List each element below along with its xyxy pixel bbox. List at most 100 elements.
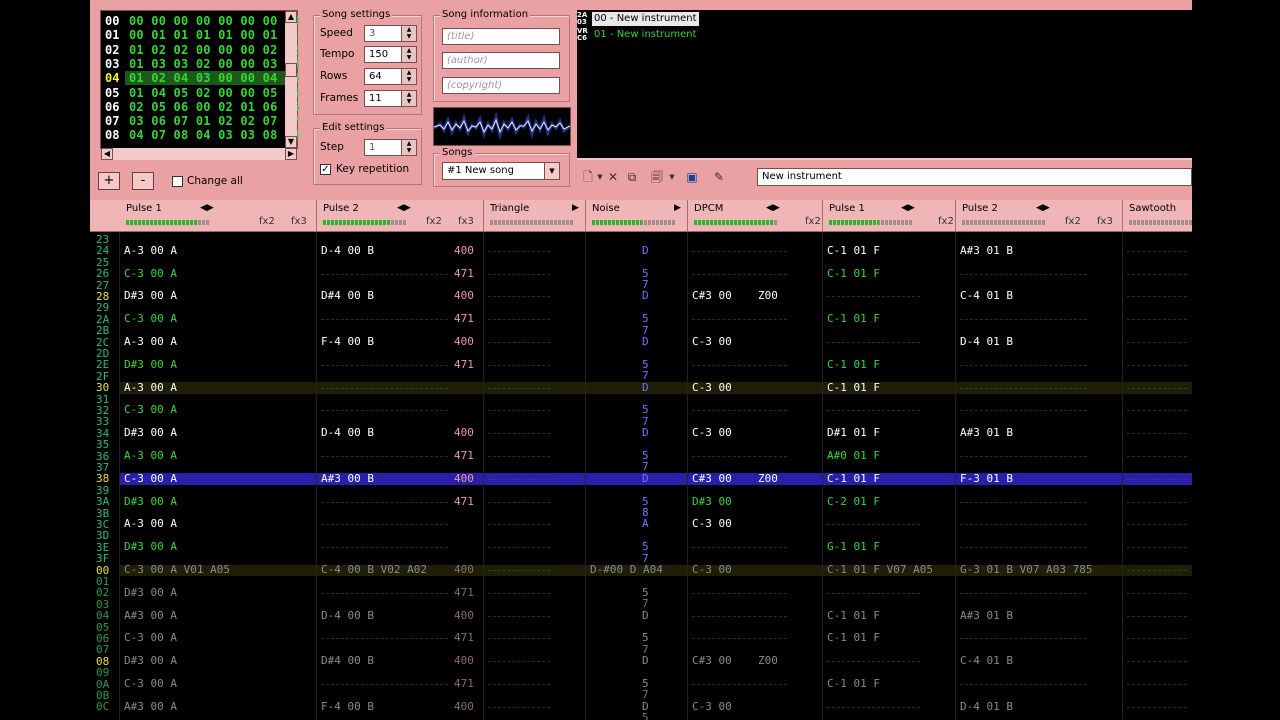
pattern-note: D#3 00 A	[124, 654, 177, 668]
step-value: 1	[369, 142, 376, 153]
edit-instrument-icon[interactable]: ✎	[711, 168, 727, 186]
empty-cell-dots	[488, 569, 550, 572]
empty-cell-dots	[960, 273, 1087, 276]
instrument-item[interactable]: 2A 03 00 - New instrument	[577, 12, 699, 26]
channel-arrows-icon[interactable]: ◀▶	[901, 201, 915, 215]
channel-header-dpcm[interactable]: DPCM ◀▶ fx2	[688, 200, 823, 231]
instrument-list[interactable]: 2A 03 00 - New instrument VR C6 01 - New in…	[577, 10, 1192, 158]
tempo-spinner[interactable]: 150 ▲ ▼	[364, 46, 417, 63]
frame-pattern-values: 01 02 04 03 00 00 04 04	[129, 71, 300, 86]
step-spinner[interactable]: 1 ▲ ▼	[364, 139, 417, 156]
rows-spinner[interactable]: 64 ▲ ▼	[364, 68, 417, 85]
frame-list-scrollbar[interactable]: ▲ ▼	[285, 11, 297, 148]
channel-arrows-icon[interactable]: ▶	[572, 201, 579, 215]
scroll-right-icon[interactable]: ▶	[285, 148, 297, 160]
pattern-note: D	[642, 289, 649, 303]
empty-cell-dots	[321, 683, 448, 686]
song-copyright-input[interactable]: (copyright)	[442, 77, 560, 94]
channel-name: Sawtooth	[1129, 203, 1177, 214]
sample-visualizer[interactable]	[433, 107, 571, 146]
frame-row[interactable]: 00 00 00 00 00 00 00 00 00	[101, 14, 300, 28]
key-repetition-checkbox[interactable]: ✓	[320, 164, 331, 175]
song-select[interactable]: #1 New song ▼	[442, 162, 560, 180]
empty-cell-dots	[488, 296, 550, 298]
frame-row[interactable]: 04 01 02 04 03 00 00 04 04	[101, 71, 300, 86]
volume-meter-fill	[694, 220, 774, 225]
load-instrument-icon[interactable]: 🗐	[649, 168, 665, 186]
pattern-note: F-4 00 B	[321, 334, 374, 348]
frame-row[interactable]: 07 03 06 07 01 02 02 07 07	[101, 114, 300, 128]
frame-row[interactable]: 02 01 02 02 00 00 00 02 02	[101, 43, 300, 57]
frame-number: 04	[105, 71, 120, 86]
dropdown-arrow-icon[interactable]: ▼	[664, 168, 680, 186]
scroll-left-icon[interactable]: ◀	[101, 148, 113, 160]
spinner-arrows-icon[interactable]: ▲ ▼	[401, 140, 416, 155]
frames-spinner[interactable]: 11 ▲ ▼	[364, 90, 417, 107]
frame-list[interactable]: 08 04 07 08 04 03 03 08 08 07 03 06 07 01 0…	[100, 10, 300, 160]
add-frame-button[interactable]: +	[98, 172, 120, 190]
channel-header-triangle[interactable]: Triangle ▶	[484, 200, 586, 231]
spinner-arrows-icon[interactable]: ▲ ▼	[401, 91, 416, 106]
empty-cell-dots	[692, 683, 787, 686]
remove-instrument-icon[interactable]: ✕	[605, 168, 621, 186]
channel-arrows-icon[interactable]: ◀▶	[766, 201, 780, 215]
frame-row[interactable]: 08 04 07 08 04 03 03 08 08	[101, 128, 300, 142]
channel-arrows-icon[interactable]: ◀▶	[397, 201, 411, 215]
channel-name: DPCM	[694, 203, 724, 214]
spinner-arrows-icon[interactable]: ▲ ▼	[401, 26, 416, 41]
empty-cell-dots	[1127, 547, 1187, 549]
frame-list-hscrollbar[interactable]: ◀ ▶	[101, 148, 297, 160]
channel-header-sawtooth[interactable]: Sawtooth▶	[1123, 200, 1192, 231]
save-instrument-icon[interactable]: ▣	[684, 168, 700, 186]
channel-arrows-icon[interactable]: ▶	[674, 201, 681, 215]
instrument-item[interactable]: VR C6 01 - New instrument	[577, 28, 699, 42]
waveform-graphic	[434, 111, 570, 141]
song-title-input[interactable]: (title)	[442, 28, 560, 45]
channel-header-pulse-2[interactable]: Pulse 2 ◀▶ fx2 fx3	[956, 200, 1123, 231]
scroll-thumb[interactable]	[285, 63, 297, 77]
pattern-note: C-3 00 A	[124, 471, 177, 485]
channel-header-noise[interactable]: Noise ▶	[586, 200, 688, 231]
clone-instrument-icon[interactable]: ⧉	[624, 168, 640, 186]
change-all-checkbox[interactable]	[172, 176, 183, 187]
channel-header-pulse-1[interactable]: Pulse 1 ◀▶ fx2	[823, 200, 956, 231]
empty-cell-dots	[960, 524, 1087, 526]
spinner-arrows-icon[interactable]: ▲ ▼	[401, 69, 416, 84]
empty-cell-dots	[1127, 410, 1187, 412]
frame-row[interactable]: 06 02 05 06 00 02 01 06 06	[101, 100, 300, 114]
empty-cell-dots	[488, 683, 550, 686]
scroll-down-icon[interactable]: ▼	[285, 136, 297, 148]
volume-meter	[694, 220, 778, 225]
frame-row[interactable]: 03 01 03 03 02 00 00 03 03	[101, 57, 300, 71]
vrc6-chip-icon: VR C6	[577, 27, 588, 42]
speed-spinner[interactable]: 3 ▲ ▼	[364, 25, 417, 42]
instrument-name-input[interactable]: New instrument	[757, 168, 1192, 186]
volume-meter	[829, 220, 913, 225]
speed-value: 3	[369, 28, 376, 39]
remove-frame-button[interactable]: -	[132, 172, 154, 190]
pattern-note: G-3 01 B V07 A03 785	[960, 562, 1093, 576]
frame-row[interactable]: 05 01 04 05 02 00 00 05 05	[101, 86, 300, 100]
channel-name: Triangle	[490, 203, 530, 214]
empty-cell-dots	[827, 410, 920, 412]
scroll-up-icon[interactable]: ▲	[285, 11, 297, 23]
spinner-arrows-icon[interactable]: ▲ ▼	[401, 47, 416, 62]
pattern-note: C-1 01 F	[827, 357, 880, 371]
channel-header-pulse-2[interactable]: Pulse 2 ◀▶ fx2 fx3	[317, 200, 484, 231]
pattern-effect: 400	[454, 562, 474, 576]
pattern-note: D	[642, 243, 649, 257]
frame-row[interactable]: 01 00 01 01 01 01 00 01 01	[101, 28, 300, 42]
chevron-down-icon[interactable]: ▼	[544, 163, 559, 179]
fx2-label: fx2	[938, 216, 954, 227]
fx2-label: fx2	[259, 216, 275, 227]
song-author-input[interactable]: (author)	[442, 52, 560, 69]
channel-separator	[822, 232, 823, 720]
pattern-editor[interactable]: 23 24 25 26 27 28 29 2A 2B 2C 2D 2E 2F 30 31 32 33 34 35 36…	[90, 232, 1192, 720]
channel-header-pulse-1[interactable]: Pulse 1 ◀▶ fx2 fx3	[120, 200, 317, 231]
row-numbers: 23 24 25 26 27 28 29 2A 2B 2C 2D 2E 2F 30 31 32 33 34 35 36…	[90, 232, 120, 720]
empty-cell-dots	[692, 319, 787, 321]
volume-meter	[126, 220, 210, 225]
channel-arrows-icon[interactable]: ◀▶	[1036, 201, 1050, 215]
channel-arrows-icon[interactable]: ◀▶	[200, 201, 214, 215]
pattern-note: A#3 01 B	[960, 243, 1013, 257]
